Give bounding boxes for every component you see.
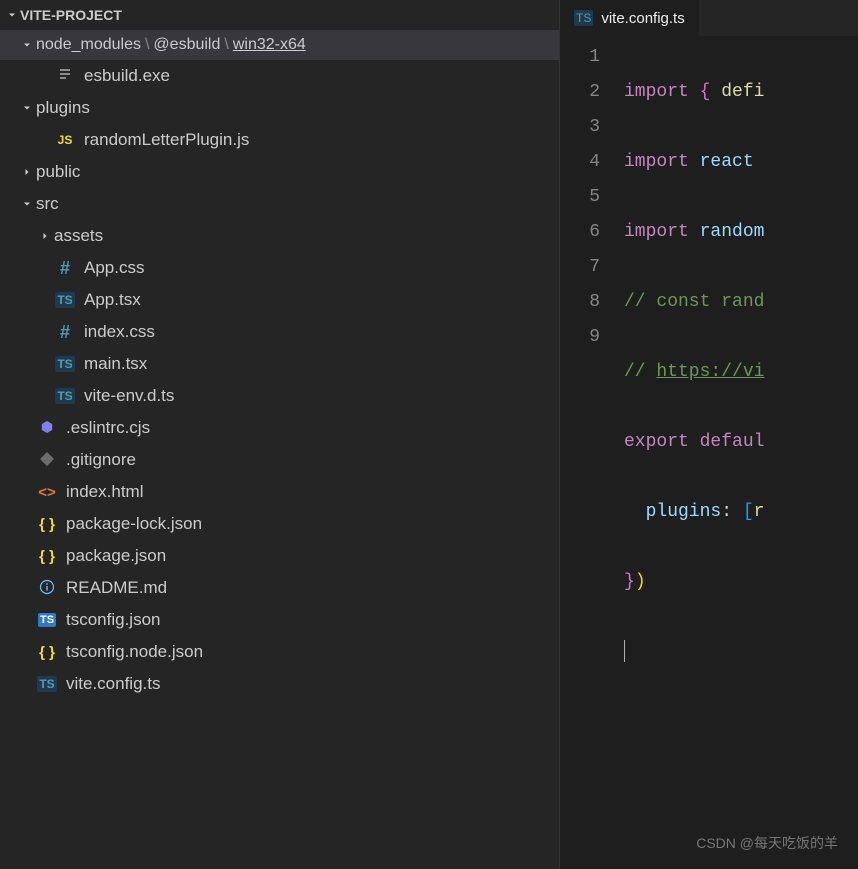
- chevron-down-icon: [18, 39, 36, 51]
- chevron-right-icon: [18, 163, 36, 181]
- tree-item[interactable]: .eslintrc.cjs: [0, 412, 559, 444]
- ts-icon: TS: [54, 385, 76, 407]
- chevron-right-icon: [36, 227, 54, 245]
- line-number: 2: [560, 75, 600, 110]
- ts-icon: TS: [54, 289, 76, 311]
- line-number: 6: [560, 215, 600, 250]
- code-area[interactable]: 1 2 3 4 5 6 7 8 9 import { defi import r…: [560, 36, 858, 869]
- chevron-down-icon: [4, 9, 20, 21]
- line-number: 3: [560, 110, 600, 145]
- tree-item[interactable]: plugins: [0, 92, 559, 124]
- tree-item[interactable]: TS vite.config.ts: [0, 668, 559, 700]
- ts-icon: TS: [36, 673, 58, 695]
- tree-item-label: README.md: [66, 578, 167, 598]
- tree-item[interactable]: JS randomLetterPlugin.js: [0, 124, 559, 156]
- tree-item[interactable]: { } tsconfig.node.json: [0, 636, 559, 668]
- tree-item[interactable]: # index.css: [0, 316, 559, 348]
- chevron-down-icon: [18, 99, 36, 117]
- tree-item-label: esbuild.exe: [84, 66, 170, 86]
- project-name: VITE-PROJECT: [20, 7, 122, 23]
- breadcrumb-sep: \: [224, 36, 228, 54]
- tree-item-label: assets: [54, 226, 103, 246]
- eslint-icon: [36, 417, 58, 439]
- tree-item[interactable]: { } package-lock.json: [0, 508, 559, 540]
- tree-item-label: index.html: [66, 482, 143, 502]
- curly-icon: { }: [36, 513, 58, 535]
- tab-label: vite.config.ts: [601, 10, 684, 27]
- info-icon: [36, 577, 58, 599]
- js-icon: JS: [54, 129, 76, 151]
- tree-item[interactable]: README.md: [0, 572, 559, 604]
- tree-item-label: tsconfig.node.json: [66, 642, 203, 662]
- line-number: 4: [560, 145, 600, 180]
- tree-item[interactable]: assets: [0, 220, 559, 252]
- tree-item-label: public: [36, 162, 80, 182]
- editor-pane: TS vite.config.ts 1 2 3 4 5 6 7 8 9 impo…: [559, 0, 858, 869]
- hash-icon: #: [54, 321, 76, 343]
- text-cursor: [624, 640, 625, 662]
- line-number: 9: [560, 320, 600, 355]
- ts-icon: TS: [54, 353, 76, 375]
- breadcrumb-seg[interactable]: node_modules: [36, 36, 141, 54]
- tree-item-label: main.tsx: [84, 354, 147, 374]
- breadcrumb-seg[interactable]: win32-x64: [233, 36, 306, 54]
- html-icon: <>: [36, 481, 58, 503]
- line-number: 8: [560, 285, 600, 320]
- tree-item[interactable]: src: [0, 188, 559, 220]
- tree-item-label: package-lock.json: [66, 514, 202, 534]
- tree-item-label: .gitignore: [66, 450, 136, 470]
- tree-item-label: plugins: [36, 98, 90, 118]
- tree-item[interactable]: TS tsconfig.json: [0, 604, 559, 636]
- tree-item-label: App.css: [84, 258, 144, 278]
- chevron-down-icon: [18, 195, 36, 213]
- line-number: 1: [560, 40, 600, 75]
- tree-item[interactable]: <> index.html: [0, 476, 559, 508]
- tree-item[interactable]: TS main.tsx: [0, 348, 559, 380]
- git-icon: [36, 449, 58, 471]
- tree-item[interactable]: { } package.json: [0, 540, 559, 572]
- hash-icon: #: [54, 257, 76, 279]
- line-number: 7: [560, 250, 600, 285]
- tree-item-label: vite.config.ts: [66, 674, 161, 694]
- tree-item-label: vite-env.d.ts: [84, 386, 174, 406]
- tree-item-label: package.json: [66, 546, 166, 566]
- tab-bar: TS vite.config.ts: [560, 0, 858, 36]
- tree-item[interactable]: TS App.tsx: [0, 284, 559, 316]
- breadcrumb[interactable]: node_modules \ @esbuild \ win32-x64: [0, 30, 559, 60]
- tree-item[interactable]: public: [0, 156, 559, 188]
- watermark: CSDN @每天吃饭的羊: [696, 833, 838, 853]
- tab-vite-config[interactable]: TS vite.config.ts: [560, 0, 699, 36]
- breadcrumb-seg[interactable]: @esbuild: [153, 36, 220, 54]
- breadcrumb-sep: \: [145, 36, 149, 54]
- tree-item-label: src: [36, 194, 59, 214]
- tree-item-label: randomLetterPlugin.js: [84, 130, 249, 150]
- tree-item[interactable]: .gitignore: [0, 444, 559, 476]
- project-header[interactable]: VITE-PROJECT: [0, 0, 559, 30]
- tree-item-label: App.tsx: [84, 290, 141, 310]
- typescript-icon: TS: [574, 10, 593, 26]
- tsb-icon: TS: [36, 609, 58, 631]
- curly-icon: { }: [36, 545, 58, 567]
- tree-item-label: tsconfig.json: [66, 610, 161, 630]
- explorer-sidebar: VITE-PROJECT node_modules \ @esbuild \ w…: [0, 0, 559, 869]
- tree-item[interactable]: TS vite-env.d.ts: [0, 380, 559, 412]
- tree-item-label: index.css: [84, 322, 155, 342]
- tree-item[interactable]: # App.css: [0, 252, 559, 284]
- code-content[interactable]: import { defi import react import random…: [624, 40, 764, 869]
- curly-icon: { }: [36, 641, 58, 663]
- line-gutter: 1 2 3 4 5 6 7 8 9: [560, 40, 624, 869]
- tree-item-label: .eslintrc.cjs: [66, 418, 150, 438]
- tree-item[interactable]: esbuild.exe: [0, 60, 559, 92]
- lines-icon: [54, 65, 76, 87]
- line-number: 5: [560, 180, 600, 215]
- file-tree: esbuild.exe plugins JS randomLetterPlugin.j…: [0, 60, 559, 869]
